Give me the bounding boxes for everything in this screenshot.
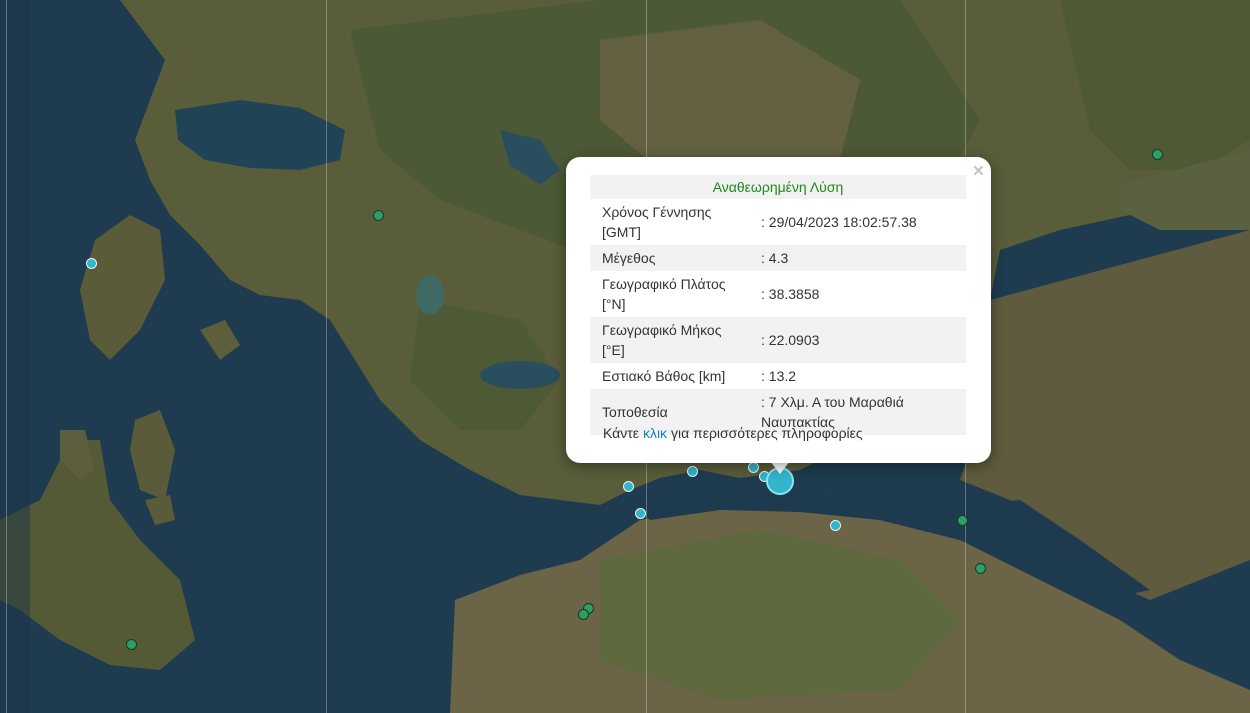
earthquake-marker[interactable] [748, 462, 759, 473]
row-label: Μέγεθος [590, 245, 749, 271]
more-info-prefix: Κάντε [603, 425, 640, 441]
row-label: Χρόνος Γέννησης [GMT] [602, 204, 712, 240]
earthquake-marker[interactable] [373, 210, 384, 221]
row-label: Εστιακό Βάθος [km] [602, 368, 726, 384]
earthquake-marker[interactable] [975, 563, 986, 574]
close-icon[interactable]: × [973, 162, 984, 181]
popup-title: Αναθεωρημένη Λύση [590, 175, 966, 199]
earthquake-marker[interactable] [1152, 149, 1163, 160]
earthquake-marker[interactable] [623, 481, 634, 492]
earthquake-marker[interactable] [86, 258, 97, 269]
earthquake-marker[interactable] [635, 508, 646, 519]
row-value: : 13.2 [761, 368, 797, 384]
earthquake-info-popup: × Αναθεωρημένη Λύση Χρόνος Γέννησης [GMT… [566, 157, 991, 463]
earthquake-marker[interactable] [126, 639, 137, 650]
row-value: : 4.3 [749, 245, 966, 271]
more-info-text: Κάντε κλικ για περισσότερες πληροφορίες [603, 425, 863, 441]
earthquake-marker[interactable] [957, 515, 968, 526]
graticule-line [326, 0, 327, 713]
earthquake-marker[interactable] [830, 520, 841, 531]
earthquake-info-table: Αναθεωρημένη Λύση Χρόνος Γέννησης [GMT] … [590, 175, 966, 435]
row-value: : 29/04/2023 18:02:57.38 [761, 214, 917, 230]
more-info-link[interactable]: κλικ [643, 425, 667, 441]
row-label: Γεωγραφικό Πλάτος [°N] [602, 276, 726, 312]
more-info-suffix: για περισσότερες πληροφορίες [670, 425, 863, 441]
graticule-line [6, 0, 7, 713]
row-label: Γεωγραφικό Μήκος [°E] [590, 317, 749, 363]
earthquake-marker[interactable] [687, 466, 698, 477]
row-value: : 38.3858 [761, 286, 820, 302]
earthquake-marker[interactable] [578, 609, 589, 620]
row-value: : 22.0903 [749, 317, 966, 363]
